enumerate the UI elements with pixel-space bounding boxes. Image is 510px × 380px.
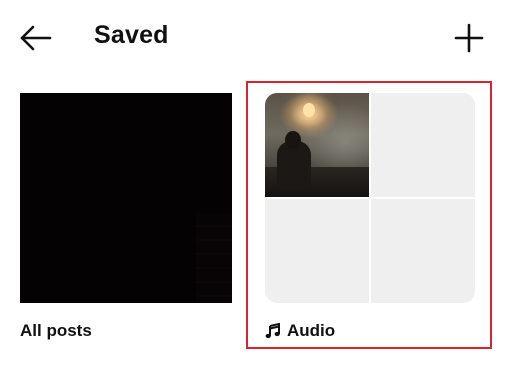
audio-thumbnail-empty — [371, 199, 475, 303]
collection-label-audio: Audio — [265, 321, 475, 341]
audio-thumbnail-grid — [265, 93, 475, 303]
collection-label-all-posts: All posts — [20, 321, 232, 341]
collection-audio[interactable]: Audio — [265, 93, 475, 341]
collection-label-text: All posts — [20, 321, 92, 340]
audio-thumbnail-photo — [265, 93, 369, 197]
plus-icon[interactable] — [452, 21, 486, 55]
collection-label-text: Audio — [287, 321, 336, 340]
all-posts-thumbnail — [20, 93, 232, 303]
collection-all-posts[interactable]: All posts — [20, 93, 232, 341]
audio-thumbnail-empty — [371, 93, 475, 197]
audio-thumbnail-empty — [265, 199, 369, 303]
music-note-icon — [265, 323, 280, 339]
back-arrow-icon[interactable] — [18, 22, 54, 54]
saved-screen: Saved All posts Audio — [0, 0, 510, 380]
page-title: Saved — [94, 21, 169, 49]
